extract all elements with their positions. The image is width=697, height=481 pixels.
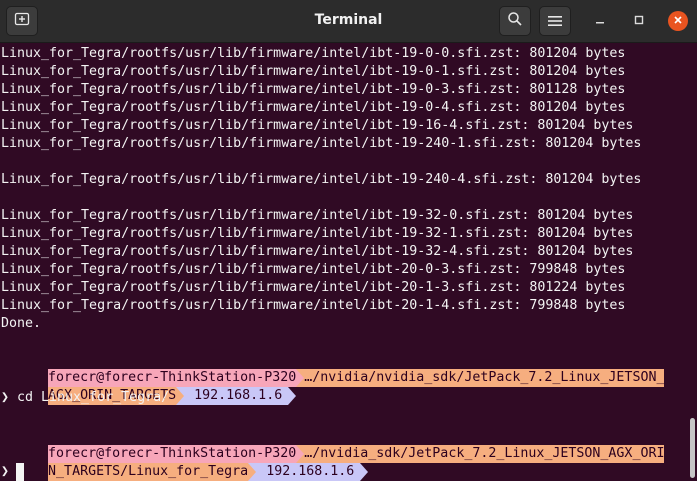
scrollbar[interactable] [690, 418, 695, 478]
prompt-separator-icon [296, 369, 305, 387]
terminal-window: Terminal Linux_for_Tegra/rootfs/usr/lib/… [0, 0, 697, 481]
output-line: Linux_for_Tegra/rootfs/usr/lib/firmware/… [1, 280, 626, 295]
prompt-separator-icon [288, 387, 297, 405]
output-line: Linux_for_Tegra/rootfs/usr/lib/firmware/… [1, 64, 626, 79]
prompt-separator-icon [176, 387, 185, 405]
menu-button[interactable] [539, 6, 571, 36]
text-cursor [16, 463, 24, 481]
prompt-line: N_TARGETS/Linux_for_Tegra 192.168.1.6 [0, 445, 369, 481]
output-line: Done. [1, 316, 42, 331]
close-button[interactable] [668, 11, 688, 31]
prompt-ip-segment: 192.168.1.6 [256, 463, 361, 481]
prompt-line: forecr@forecr-ThinkStation-P320 …/nvidia/… [0, 351, 665, 387]
prompt-path-segment: N_TARGETS/Linux_for_Tegra [48, 463, 249, 481]
output-line: Linux_for_Tegra/rootfs/usr/lib/firmware/… [1, 244, 634, 259]
prompt-separator-icon [248, 463, 257, 481]
search-button[interactable] [499, 6, 531, 36]
command-line: ❯ cd Linux_for_Tegra/ [1, 390, 170, 405]
search-icon [507, 11, 523, 31]
prompt-ip-segment: 192.168.1.6 [184, 387, 289, 405]
output-line: Linux_for_Tegra/rootfs/usr/lib/firmware/… [1, 298, 626, 313]
header-bar: Terminal [0, 0, 697, 43]
terminal-output-area[interactable]: Linux_for_Tegra/rootfs/usr/lib/firmware/… [0, 43, 697, 481]
output-line: Linux_for_Tegra/rootfs/usr/lib/firmware/… [1, 100, 626, 115]
output-line: Linux_for_Tegra/rootfs/usr/lib/firmware/… [1, 172, 642, 187]
minimize-button[interactable] [590, 11, 610, 31]
output-line: Linux_for_Tegra/rootfs/usr/lib/firmware/… [1, 82, 626, 97]
close-icon [673, 14, 683, 29]
prompt-line: AGX_ORIN_TARGETS 192.168.1.6 [0, 369, 297, 405]
prompt-path-segment: …/nvidia/nvidia_sdk/JetPack_7.2_Linux_JE… [304, 369, 665, 387]
output-line: Linux_for_Tegra/rootfs/usr/lib/firmware/… [1, 226, 634, 241]
prompt-line: forecr@forecr-ThinkStation-P320 …/nvidia_… [0, 427, 665, 463]
maximize-icon [634, 14, 644, 29]
output-line: Linux_for_Tegra/rootfs/usr/lib/firmware/… [1, 262, 626, 277]
maximize-button[interactable] [629, 11, 649, 31]
prompt-separator-icon [360, 463, 369, 481]
output-line: Linux_for_Tegra/rootfs/usr/lib/firmware/… [1, 118, 634, 133]
minimize-icon [595, 14, 605, 29]
output-line: Linux_for_Tegra/rootfs/usr/lib/firmware/… [1, 208, 634, 223]
command-input-line[interactable]: ❯ [1, 463, 9, 481]
hamburger-menu-icon [548, 12, 562, 31]
output-line: Linux_for_Tegra/rootfs/usr/lib/firmware/… [1, 136, 642, 151]
output-line: Linux_for_Tegra/rootfs/usr/lib/firmware/… [1, 46, 626, 61]
